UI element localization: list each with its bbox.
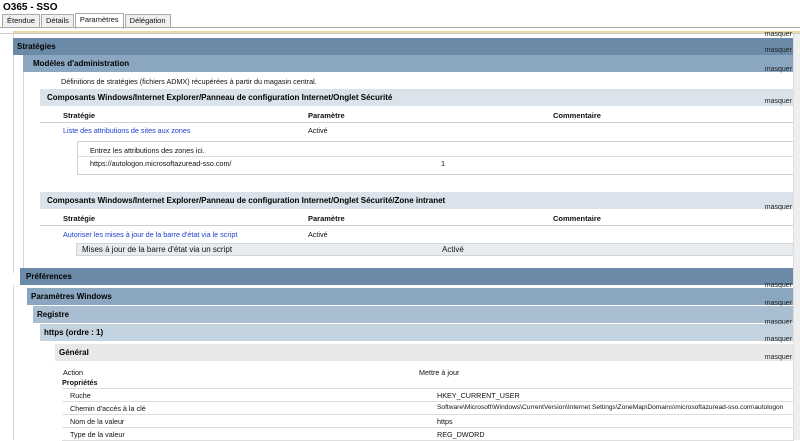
property-row: Nom de la valeur https (62, 415, 794, 428)
col-header-setting: Paramètre (308, 111, 345, 120)
property-label: Chemin d'accès à la clé (70, 404, 146, 413)
property-value: Software\Microsoft\Windows\CurrentVersio… (437, 404, 784, 411)
sub-title: Entrez les attributions des zones ici. (90, 146, 205, 155)
policy-link-zone-assignments[interactable]: Liste des attributions de sites aux zone… (63, 126, 190, 135)
hide-link[interactable]: masquer (765, 98, 792, 105)
action-label: Action (63, 368, 83, 377)
zone-site: https://autologon.microsoftazuread-sso.c… (90, 159, 232, 168)
hide-link[interactable]: masquer (765, 336, 792, 343)
properties-heading: Propriétés (62, 378, 98, 387)
section-general[interactable]: Général (55, 344, 794, 361)
section-title: https (ordre : 1) (44, 328, 104, 337)
property-label: Type de la valeur (70, 430, 125, 439)
policy-table-header: Stratégie Paramètre Commentaire (40, 111, 794, 122)
section-strategies[interactable]: Stratégies (13, 38, 794, 55)
col-header-setting: Paramètre (308, 214, 345, 223)
admx-note: Définitions de stratégies (fichiers ADMX… (61, 77, 317, 86)
property-row: Ruche HKEY_CURRENT_USER (62, 389, 794, 402)
col-header-policy: Stratégie (63, 214, 96, 223)
property-label: Ruche (70, 391, 91, 400)
section-title: Stratégies (17, 42, 56, 51)
property-value: https (437, 417, 453, 426)
section-title: Composants Windows/Internet Explorer/Pan… (47, 196, 446, 205)
section-preferences[interactable]: Préférences (20, 268, 794, 285)
indent-guide (13, 285, 14, 440)
col-header-policy: Stratégie (63, 111, 96, 120)
status-bar-sub-row: Mises à jour de la barre d'état via un s… (76, 243, 794, 256)
policy-value: Activé (308, 126, 328, 135)
section-windows-settings[interactable]: Paramètres Windows (27, 288, 794, 305)
hide-link[interactable]: masquer (765, 66, 792, 73)
section-registry[interactable]: Registre (33, 306, 794, 323)
property-label: Nom de la valeur (70, 417, 125, 426)
hide-link[interactable]: masquer (765, 204, 792, 211)
section-https-item[interactable]: https (ordre : 1) (40, 324, 794, 341)
vertical-scrollbar[interactable] (793, 34, 800, 440)
hide-link[interactable]: masquer (765, 354, 792, 361)
tab-details[interactable]: Détails (40, 14, 74, 28)
tab-bar: Étendue Détails Paramètres Délégation (2, 13, 172, 29)
hide-link[interactable]: masquer (765, 47, 792, 54)
section-title: Registre (37, 310, 70, 319)
zone-number: 1 (441, 159, 445, 168)
section-title: Paramètres Windows (31, 292, 112, 301)
header-divider (40, 122, 794, 123)
section-admin-models[interactable]: Modèles d'administration (23, 55, 794, 72)
section-title: Modèles d'administration (33, 59, 130, 68)
tab-etendue[interactable]: Étendue (2, 14, 40, 28)
sub-label: Mises à jour de la barre d'état via un s… (82, 245, 233, 254)
zone-assignments-box: Entrez les attributions des zones ici. h… (77, 141, 796, 175)
property-value: HKEY_CURRENT_USER (437, 391, 520, 400)
policy-value: Activé (308, 230, 328, 239)
section-security-tab[interactable]: Composants Windows/Internet Explorer/Pan… (40, 89, 794, 106)
col-header-comment: Commentaire (553, 111, 601, 120)
indent-guide (23, 52, 24, 272)
indent-guide (13, 33, 14, 273)
action-value: Mettre à jour (419, 368, 460, 377)
policy-link-status-bar-script[interactable]: Autoriser les mises à jour de la barre d… (63, 230, 237, 239)
report-top-strip (13, 31, 800, 33)
hide-link-top[interactable]: masquer (765, 31, 792, 38)
sub-value: Activé (442, 245, 464, 254)
property-row: Type de la valeur REG_DWORD (62, 428, 794, 441)
section-title: Préférences (26, 272, 72, 281)
policy-table-header: Stratégie Paramètre Commentaire (40, 214, 794, 225)
property-row: Chemin d'accès à la clé Software\Microso… (62, 402, 794, 415)
sub-row: Entrez les attributions des zones ici. (78, 144, 795, 157)
col-header-comment: Commentaire (553, 214, 601, 223)
tab-divider (0, 27, 800, 28)
sub-row: https://autologon.microsoftazuread-sso.c… (78, 157, 795, 169)
properties-table: Ruche HKEY_CURRENT_USER Chemin d'accès à… (62, 388, 794, 441)
section-title: Général (59, 348, 89, 357)
tab-delegation[interactable]: Délégation (124, 14, 171, 28)
section-title: Composants Windows/Internet Explorer/Pan… (47, 93, 393, 102)
section-intranet-zone[interactable]: Composants Windows/Internet Explorer/Pan… (40, 192, 794, 209)
property-value: REG_DWORD (437, 430, 485, 439)
header-divider (40, 225, 794, 226)
